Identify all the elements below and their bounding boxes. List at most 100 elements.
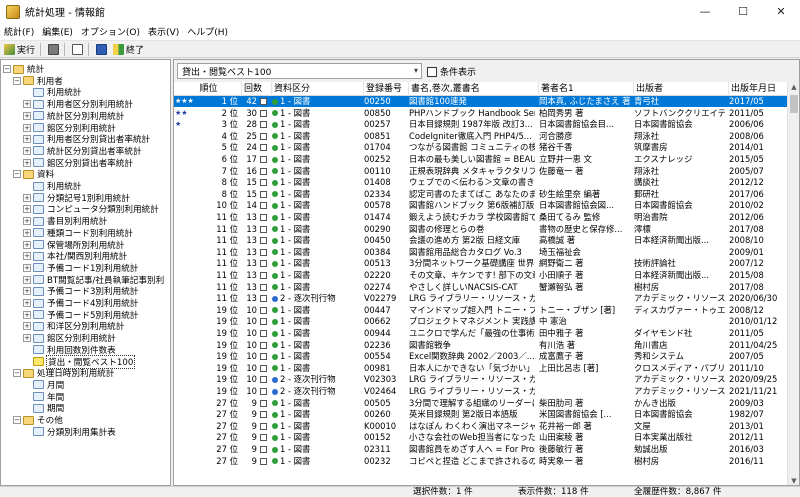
table-row[interactable]: 11 位 13 1 - 図書 00290 図書の修理とらの巻 書物の歴史と保存修... 澪標… <box>174 224 789 235</box>
tree-node[interactable]: 期間 <box>23 402 65 414</box>
tree-node[interactable]: + 館区分別利用統計 <box>23 332 117 344</box>
table-row[interactable]: 8 位 15 1 - 図書 01408 ウェブでの＜伝わる＞文章の書き方... 講談社 20… <box>174 177 789 188</box>
table-row[interactable]: 11 位 13 1 - 図書 00450 会議の進め方 第2版 日経文庫 高橋誠 著 日本経… <box>174 235 789 246</box>
table-row[interactable]: 19 位 10 1 - 図書 00944 ユニクロで学んだ「最強の仕事術」... 田中雅子… <box>174 328 789 339</box>
tree-node[interactable]: 月間 <box>23 379 65 391</box>
menu-view[interactable]: 表示(V) <box>144 25 183 38</box>
column-header-publisher[interactable]: 出版者 <box>634 82 729 96</box>
tree-node[interactable]: + 本社/関西別利用統計 <box>23 250 128 262</box>
table-row[interactable]: 27 位 9 1 - 図書 00152 小さな会社のWeb担当者になったら... 山田案稜… <box>174 432 789 443</box>
tree-node[interactable]: + 予備コード5別利用統計 <box>23 309 139 321</box>
table-row[interactable]: 27 位 9 1 - 図書 K00010 はなぽん わくわく演出マネージャー 花井裕一郎 … <box>174 421 789 432</box>
column-header-type[interactable]: 資料区分 <box>272 82 364 96</box>
tree-expander-icon[interactable]: + <box>23 123 31 132</box>
tree-node[interactable]: + 予備コード3別利用統計 <box>23 285 139 297</box>
table-row[interactable]: ★★★ 1 位 42 1 - 図書 00250 図書館100連発 岡本真, ふじたまさえ 著… <box>174 96 789 108</box>
category-tree[interactable]: − 統計 − 利用者 利用統計 + 利用者区分別利用統計 + 統計区分別利用統計 + 館区分別利用統… <box>0 59 171 486</box>
column-header-count[interactable]: 回数 <box>242 82 272 96</box>
tree-node[interactable]: + 分類記号1別利用統計 <box>23 192 131 204</box>
table-row[interactable]: 11 位 13 1 - 図書 00384 図書館用品総合カタログ Vo.3 埼玉福祉会 20… <box>174 247 789 258</box>
tree-node[interactable]: 貸出・閲覧ベスト100 <box>23 354 136 369</box>
maximize-button[interactable]: ☐ <box>724 0 762 23</box>
tree-node[interactable]: 利用統計 <box>23 86 82 98</box>
tree-expander-icon[interactable]: + <box>23 322 31 331</box>
table-row[interactable]: 7 位 16 1 - 図書 00110 正規表現辞典 メタキャラクタリファレ... 佐藤竜… <box>174 166 789 177</box>
table-row[interactable]: 19 位 10 1 - 図書 00662 プロジェクトマネジメント 実践講 通勤... 中… <box>174 316 789 327</box>
tree-node[interactable]: + 予備コード4別利用統計 <box>23 297 139 309</box>
table-row[interactable]: 11 位 13 1 - 図書 01474 鍛えよう読むチカラ 学校図書館で... 桑田てる… <box>174 212 789 223</box>
tree-expander-icon[interactable]: + <box>23 111 31 120</box>
table-row[interactable]: 8 位 15 1 - 図書 02334 認定司書のたまてばこ あなたのまち... 砂生絵里… <box>174 189 789 200</box>
tree-expander-icon[interactable]: + <box>23 193 31 202</box>
menu-edit[interactable]: 編集(E) <box>38 25 77 38</box>
scroll-thumb[interactable] <box>790 95 798 113</box>
show-conditions-checkbox[interactable] <box>427 66 437 77</box>
print-button[interactable] <box>46 42 61 57</box>
table-row[interactable]: 27 位 9 1 - 図書 00505 3分間で理解する組織のリーダーになる本柴田肋司 … <box>174 398 789 409</box>
column-header-reg-no[interactable]: 登録番号 <box>364 82 409 96</box>
table-row[interactable]: 19 位 10 2 - 逐次刊行物 V02464 LRG ライブラリー・リソース・ガイド… <box>174 386 789 397</box>
tree-node[interactable]: − 統計 <box>3 63 45 75</box>
tree-expander-icon[interactable]: − <box>13 170 21 179</box>
table-row[interactable]: 11 位 13 1 - 図書 02274 やさしく詳しいNACSIS-CAT 蟹瀬智弘 著… <box>174 282 789 293</box>
tree-expander-icon[interactable]: − <box>13 369 21 378</box>
table-row[interactable]: 10 位 14 1 - 図書 00578 図書館ハンドブック 第6版補訂版 日本図書館協会… <box>174 200 789 211</box>
tree-expander-icon[interactable]: + <box>23 217 31 226</box>
tree-node[interactable]: − 資料 <box>13 168 55 180</box>
tree-expander-icon[interactable]: + <box>23 240 31 249</box>
table-row[interactable]: 11 位 13 1 - 図書 02220 その文章、キケンです! 部下の文章... 小田順… <box>174 270 789 281</box>
tree-expander-icon[interactable]: − <box>13 76 21 85</box>
menu-statistics[interactable]: 統計(F) <box>0 25 38 38</box>
tree-expander-icon[interactable]: + <box>23 275 31 284</box>
tree-node[interactable]: − その他 <box>13 414 64 426</box>
table-row[interactable]: 19 位 10 1 - 図書 00447 マインドマップ超入門 トニー・ブザン天... ト… <box>174 305 789 316</box>
column-header-date[interactable]: 出版年月日 <box>729 82 789 96</box>
tree-node[interactable]: + 統計区分別貸出者率統計 <box>23 145 143 157</box>
tree-expander-icon[interactable]: + <box>23 100 31 109</box>
tree-node[interactable]: + 館区分別貸出者率統計 <box>23 157 134 169</box>
tree-node[interactable]: 年間 <box>23 391 65 403</box>
tree-node[interactable]: + コンピュータ分類別利用統計 <box>23 203 160 215</box>
tree-node[interactable]: + 館区分別利用統計 <box>23 122 117 134</box>
menu-help[interactable]: ヘルプ(H) <box>183 25 232 38</box>
new-document-button[interactable] <box>70 42 85 57</box>
tree-expander-icon[interactable]: + <box>23 287 31 296</box>
table-row[interactable]: 19 位 10 2 - 逐次刊行物 V02303 LRG ライブラリー・リソース・ガイド… <box>174 374 789 385</box>
column-header-title[interactable]: 書名,巻次,叢書名 <box>409 82 539 96</box>
minimize-button[interactable]: — <box>686 0 724 23</box>
tree-node[interactable]: + 統計区分別利用統計 <box>23 110 125 122</box>
tree-node[interactable]: + 和洋区分別利用統計 <box>23 320 125 332</box>
tree-node[interactable]: + BT閲覧記事/社員執筆記事別利 <box>23 274 165 286</box>
table-row[interactable]: 5 位 24 1 - 図書 01704 つながる図書館 コミュニティの核と... 猪谷千香… <box>174 142 789 153</box>
tree-node[interactable]: 利用統計 <box>23 180 82 192</box>
tree-expander-icon[interactable]: + <box>23 228 31 237</box>
tree-expander-icon[interactable]: + <box>23 263 31 272</box>
scroll-up-icon[interactable]: ▲ <box>788 82 799 93</box>
tree-node[interactable]: + 保管場所別利用統計 <box>23 239 125 251</box>
column-header-author[interactable]: 著者名1 <box>539 82 634 96</box>
table-row[interactable]: 11 位 13 2 - 逐次刊行物 V02279 LRG ライブラリー・リソース・ガイド… <box>174 293 789 304</box>
tree-expander-icon[interactable]: − <box>3 65 11 73</box>
vertical-scrollbar[interactable]: ▲ ▼ <box>787 82 799 485</box>
tree-node[interactable]: 分類別利用集計表 <box>23 426 117 438</box>
view-toggle-button[interactable] <box>94 42 109 57</box>
table-row[interactable]: 6 位 17 1 - 図書 00252 日本の最も美しい図書館 = BEAUT... 立野… <box>174 154 789 165</box>
table-row[interactable]: 27 位 9 1 - 図書 00232 コピペと捏造 どこまで許されるのか、... 時実象… <box>174 456 789 467</box>
tree-node[interactable]: + 予備コード1別利用統計 <box>23 262 139 274</box>
tree-node[interactable]: + 利用者区分別貸出者率統計 <box>23 133 151 145</box>
table-row[interactable]: 4 位 25 1 - 図書 00851 CodeIgniter徹底入門 PHP4/5..… <box>174 131 789 142</box>
table-row[interactable]: ★★ 2 位 30 1 - 図書 00850 PHPハンドブック Handbook Ser… <box>174 108 789 119</box>
report-type-dropdown[interactable]: 貸出・閲覧ベスト100 ▾ <box>177 63 422 79</box>
tree-expander-icon[interactable]: − <box>13 416 21 424</box>
table-row[interactable]: 11 位 13 1 - 図書 00513 3分間ネットワーク基礎講座 世界一... 網野衛… <box>174 258 789 269</box>
tree-expander-icon[interactable]: + <box>23 205 31 214</box>
table-row[interactable]: 27 位 9 1 - 図書 02311 図書館員をめざす人へ = For Prosp..… <box>174 444 789 455</box>
tree-expander-icon[interactable]: + <box>23 299 31 307</box>
tree-expander-icon[interactable]: + <box>23 334 31 343</box>
table-row[interactable]: 19 位 10 1 - 図書 00981 日本人にかできない「気づかい」の... 上田比呂… <box>174 363 789 374</box>
run-button[interactable]: 実行 <box>2 42 37 57</box>
show-conditions-option[interactable]: 条件表示 <box>427 65 476 78</box>
table-row[interactable]: ★ 3 位 28 1 - 図書 00257 日本目録規則 1987年版 改訂3... 日本図… <box>174 119 789 130</box>
table-row[interactable]: 19 位 10 1 - 図書 02236 図書館戦争 有川浩 著 角川書店 2011/04/2… <box>174 340 789 351</box>
exit-button[interactable]: 終了 <box>111 42 146 57</box>
